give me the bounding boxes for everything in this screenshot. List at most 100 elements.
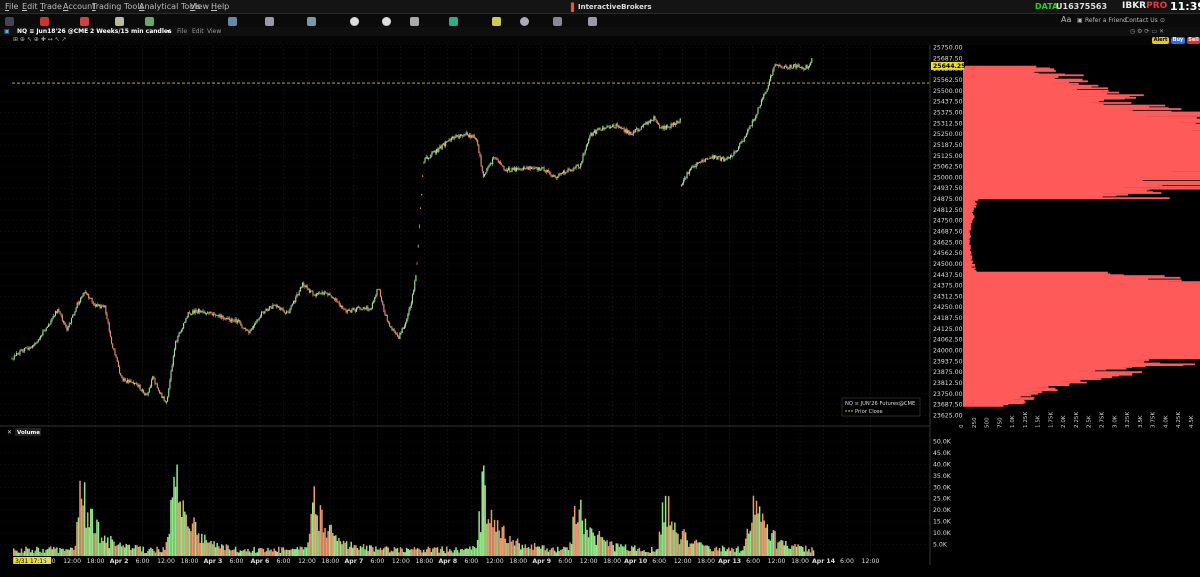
volume-bar	[788, 548, 790, 556]
time-tick-label: 18:00	[87, 558, 105, 565]
candle-body	[266, 308, 268, 311]
candle-body	[513, 167, 515, 170]
volume-bar	[766, 524, 769, 556]
candle-body	[623, 128, 625, 132]
volume-bar	[344, 542, 346, 556]
volume-bar	[803, 551, 806, 556]
volume-bar	[723, 547, 725, 556]
volume-bar	[176, 464, 178, 556]
candle-body	[651, 120, 653, 121]
volume-bar	[462, 550, 465, 556]
volume-bar	[425, 549, 428, 556]
candle-body	[522, 167, 525, 170]
volume-bar	[407, 548, 410, 556]
volume-bar	[250, 552, 252, 556]
volume-bar	[213, 541, 215, 556]
volume-bar	[165, 542, 168, 556]
candle-body	[342, 305, 344, 309]
volume-bar	[298, 549, 300, 556]
volume-bar	[735, 548, 738, 556]
candle-body	[291, 303, 293, 306]
candle-body	[475, 138, 478, 140]
candle-body	[298, 291, 300, 295]
candle-body	[218, 314, 220, 317]
time-tick-label: 12:00	[298, 558, 316, 565]
volume-bar	[131, 548, 134, 556]
volume-bar	[584, 518, 587, 556]
volume-bar	[515, 540, 517, 556]
candle-body	[398, 336, 400, 339]
candle-body	[337, 301, 339, 303]
volume-bar	[322, 532, 325, 556]
volume-bar	[555, 552, 557, 556]
candle-body	[567, 168, 569, 172]
candle-body	[371, 302, 373, 309]
price-tick-label: 24437.50	[933, 272, 963, 279]
volume-bar	[600, 536, 602, 556]
volume-bar	[472, 545, 474, 556]
volume-bar	[507, 543, 510, 556]
volume-bar	[96, 519, 98, 556]
volume-bar	[654, 551, 656, 556]
candle-body	[770, 75, 772, 81]
candle-body	[128, 380, 130, 383]
volume-bar	[196, 534, 198, 556]
volume-bar	[34, 550, 37, 556]
volume-bar	[143, 552, 146, 556]
candle-body	[557, 176, 559, 179]
volume-bar	[227, 545, 229, 556]
candle-body	[170, 371, 172, 381]
candle-body	[665, 125, 668, 129]
candle-body	[748, 128, 750, 130]
candle-body	[326, 292, 328, 294]
candle-body	[811, 58, 813, 63]
volume-bar	[427, 546, 430, 556]
price-chart[interactable]: 25750.0025687.5025625.0025562.5025500.00…	[0, 0, 1200, 577]
volume-bar	[697, 542, 699, 556]
volume-bar	[142, 546, 144, 556]
candle-body	[565, 172, 567, 174]
candle-body	[464, 133, 466, 135]
volume-bar	[661, 502, 664, 556]
candle-body	[69, 323, 71, 324]
volume-bar	[214, 547, 217, 556]
candle-body	[240, 322, 242, 326]
candle-body	[21, 349, 23, 351]
close-volume-icon[interactable]: ✕	[7, 429, 12, 436]
candle-body	[355, 307, 357, 312]
volume-tick-label: 10.0K	[933, 530, 952, 537]
candle-body	[525, 168, 527, 170]
volume-bar	[100, 537, 103, 556]
candle-body	[65, 323, 67, 327]
profile-tick-label: 1.25K	[1023, 412, 1029, 428]
candle-body	[109, 331, 111, 337]
candle-body	[296, 294, 298, 298]
candle-body	[490, 163, 492, 165]
volume-pane-label: ✕ Volume	[7, 428, 41, 436]
candle-body	[140, 389, 142, 391]
time-tick-label: 18:00	[415, 558, 433, 565]
volume-bar	[775, 548, 778, 556]
candle-body	[354, 309, 356, 312]
candle-body	[707, 158, 709, 160]
price-tick-label: 24187.50	[933, 315, 963, 322]
candle-body	[459, 134, 462, 136]
candle-body	[310, 290, 312, 293]
volume-bar	[532, 549, 534, 556]
volume-bar	[543, 545, 545, 556]
volume-bar	[254, 552, 257, 556]
volume-bar	[768, 539, 770, 556]
candle-body	[709, 157, 711, 159]
candle-body	[389, 322, 391, 327]
candle-body	[588, 138, 590, 144]
candle-body	[772, 70, 774, 76]
candle-body	[675, 123, 677, 125]
volume-bar	[130, 549, 132, 556]
volume-tick-label: 20.0K	[933, 507, 952, 514]
candle-body	[561, 172, 563, 174]
volume-bar	[173, 476, 175, 556]
candle-body	[374, 297, 376, 302]
volume-bar	[133, 548, 135, 556]
candle-body	[599, 128, 601, 130]
volume-bar	[523, 547, 525, 556]
